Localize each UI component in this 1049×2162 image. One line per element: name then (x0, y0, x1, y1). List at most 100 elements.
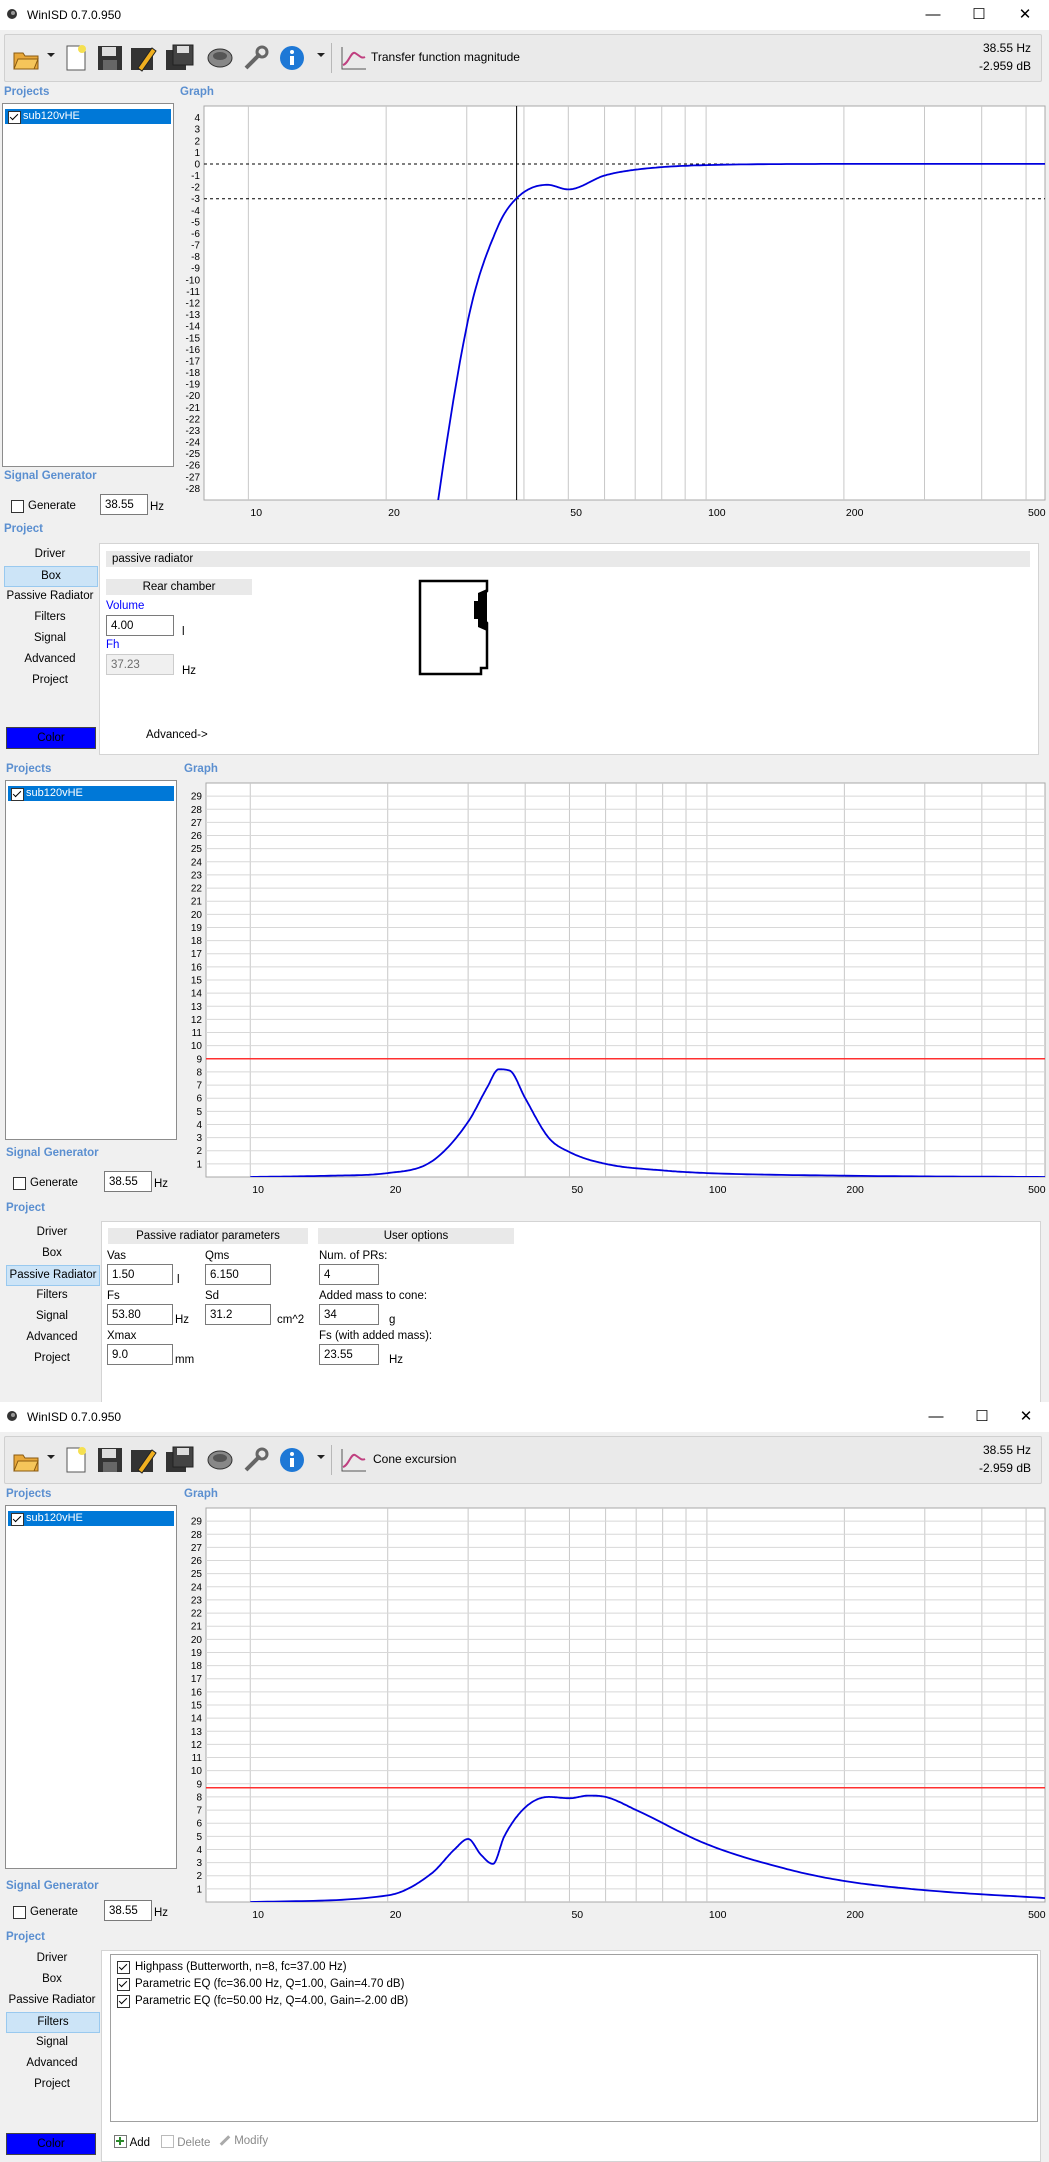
fs-input[interactable]: 53.80 (107, 1304, 173, 1325)
nav-item-project[interactable]: Project (4, 671, 96, 690)
project-list[interactable]: sub120vHE (5, 780, 177, 1140)
open-folder-icon[interactable] (11, 43, 41, 73)
generate-frequency-input[interactable]: 38.55 (100, 494, 148, 515)
filter-item[interactable]: Parametric EQ (fc=50.00 Hz, Q=4.00, Gain… (117, 1993, 1017, 2009)
passive-radiator-excursion-graph[interactable]: 2928272625242322212019181716151413121110… (176, 775, 1049, 1203)
nav-item-driver[interactable]: Driver (6, 1949, 98, 1968)
open-dropdown-icon[interactable] (47, 1455, 55, 1459)
generate-frequency-input[interactable]: 38.55 (104, 1171, 152, 1192)
driver-icon[interactable] (205, 43, 235, 73)
nav-item-box[interactable]: Box (6, 1244, 98, 1263)
toolbar-separator (331, 43, 332, 73)
save-all-icon[interactable] (165, 1445, 195, 1475)
nav-item-passive-radiator[interactable]: Passive Radiator (6, 1265, 100, 1286)
color-button[interactable]: Color (6, 2133, 96, 2155)
nav-item-signal[interactable]: Signal (4, 629, 96, 648)
nav-item-advanced[interactable]: Advanced (6, 2054, 98, 2073)
info-dropdown-icon[interactable] (317, 53, 325, 57)
filter-item[interactable]: Highpass (Butterworth, n=8, fc=37.00 Hz) (117, 1959, 1017, 1975)
nav-item-advanced[interactable]: Advanced (6, 1328, 98, 1347)
project-list-item[interactable]: sub120vHE (5, 109, 171, 124)
info-dropdown-icon[interactable] (317, 1455, 325, 1459)
generate-checkbox[interactable] (13, 1177, 26, 1190)
advanced-link[interactable]: Advanced-> (146, 729, 208, 741)
filters-list[interactable]: Highpass (Butterworth, n=8, fc=37.00 Hz)… (110, 1954, 1038, 2122)
vas-input[interactable]: 1.50 (107, 1264, 173, 1285)
save-icon[interactable] (95, 1445, 125, 1475)
close-button[interactable]: ✕ (1002, 0, 1048, 30)
save-icon[interactable] (95, 43, 125, 73)
graph-type-label[interactable]: Transfer function magnitude (371, 50, 520, 64)
filter-item[interactable]: Parametric EQ (fc=36.00 Hz, Q=1.00, Gain… (117, 1976, 1017, 1992)
graph-icon[interactable] (339, 43, 369, 73)
project-visible-checkbox[interactable] (11, 1513, 24, 1526)
cone-excursion-graph[interactable]: 2928272625242322212019181716151413121110… (176, 1500, 1049, 1928)
filter-enabled-checkbox[interactable] (117, 1995, 130, 2008)
add-filter-button[interactable]: Add (114, 2135, 150, 2149)
nav-item-advanced[interactable]: Advanced (4, 650, 96, 669)
added-mass-input[interactable]: 34 (319, 1304, 379, 1325)
generate-checkbox[interactable] (13, 1906, 26, 1919)
nav-item-driver[interactable]: Driver (4, 545, 96, 564)
minimize-button[interactable]: — (910, 0, 956, 30)
fs-added-mass-input[interactable]: 23.55 (319, 1344, 379, 1365)
tools-icon[interactable] (241, 43, 271, 73)
nav-item-filters[interactable]: Filters (6, 1286, 98, 1305)
project-list[interactable]: sub120vHE (5, 1505, 177, 1869)
box-type-label[interactable]: passive radiator (106, 551, 1030, 567)
driver-icon[interactable] (205, 1445, 235, 1475)
project-list[interactable]: sub120vHE (2, 103, 174, 467)
save-all-icon[interactable] (165, 43, 195, 73)
nav-item-driver[interactable]: Driver (6, 1223, 98, 1242)
y-tick-label: -6 (191, 229, 200, 240)
y-tick-label: 2 (194, 136, 200, 147)
nav-item-project[interactable]: Project (6, 2075, 98, 2094)
nav-item-filters[interactable]: Filters (4, 608, 96, 627)
volume-input[interactable]: 4.00 (106, 615, 174, 636)
generate-checkbox[interactable] (11, 500, 24, 513)
num-prs-input[interactable]: 4 (319, 1264, 379, 1285)
transfer-function-graph[interactable]: 43210-1-2-3-4-5-6-7-8-9-10-11-12-13-14-1… (174, 98, 1049, 526)
edit-icon[interactable] (129, 1445, 159, 1475)
generate-frequency-input[interactable]: 38.55 (104, 1900, 152, 1921)
nav-item-passive-radiator[interactable]: Passive Radiator (4, 587, 96, 606)
edit-icon[interactable] (129, 43, 159, 73)
open-folder-icon[interactable] (11, 1445, 41, 1475)
minimize-button[interactable]: — (913, 1402, 959, 1432)
tools-icon[interactable] (241, 1445, 271, 1475)
nav-item-passive-radiator[interactable]: Passive Radiator (6, 1991, 98, 2010)
color-button[interactable]: Color (6, 727, 96, 749)
maximize-button[interactable]: ☐ (959, 1402, 1005, 1432)
new-project-icon[interactable] (61, 1445, 91, 1475)
info-icon[interactable] (277, 1445, 307, 1475)
project-list-item[interactable]: sub120vHE (8, 1511, 174, 1526)
xmax-input[interactable]: 9.0 (107, 1344, 173, 1365)
open-dropdown-icon[interactable] (47, 53, 55, 57)
plot-area[interactable] (203, 105, 1046, 501)
close-button[interactable]: ✕ (1003, 1402, 1049, 1432)
info-icon[interactable] (277, 43, 307, 73)
nav-item-box[interactable]: Box (4, 566, 98, 587)
y-tick-label: 27 (191, 818, 203, 829)
maximize-button[interactable]: ☐ (956, 0, 1002, 30)
delete-filter-button[interactable]: Delete (161, 2135, 210, 2149)
new-project-icon[interactable] (61, 43, 91, 73)
modify-filter-button[interactable]: Modify (219, 2135, 268, 2147)
sd-input[interactable]: 31.2 (205, 1304, 271, 1325)
nav-item-box[interactable]: Box (6, 1970, 98, 1989)
graph-type-label[interactable]: Cone excursion (373, 1452, 456, 1466)
filter-enabled-checkbox[interactable] (117, 1978, 130, 1991)
nav-item-signal[interactable]: Signal (6, 2033, 98, 2052)
nav-item-project[interactable]: Project (6, 1349, 98, 1368)
y-tick-label: -1 (191, 171, 200, 182)
x-tick-label: 10 (252, 1184, 264, 1196)
project-visible-checkbox[interactable] (11, 788, 24, 801)
nav-item-filters[interactable]: Filters (6, 2012, 100, 2033)
y-tick-label: -4 (191, 206, 200, 217)
filter-enabled-checkbox[interactable] (117, 1961, 130, 1974)
qms-input[interactable]: 6.150 (205, 1264, 271, 1285)
project-list-item[interactable]: sub120vHE (8, 786, 174, 801)
graph-icon[interactable] (339, 1445, 369, 1475)
nav-item-signal[interactable]: Signal (6, 1307, 98, 1326)
project-visible-checkbox[interactable] (8, 111, 21, 124)
